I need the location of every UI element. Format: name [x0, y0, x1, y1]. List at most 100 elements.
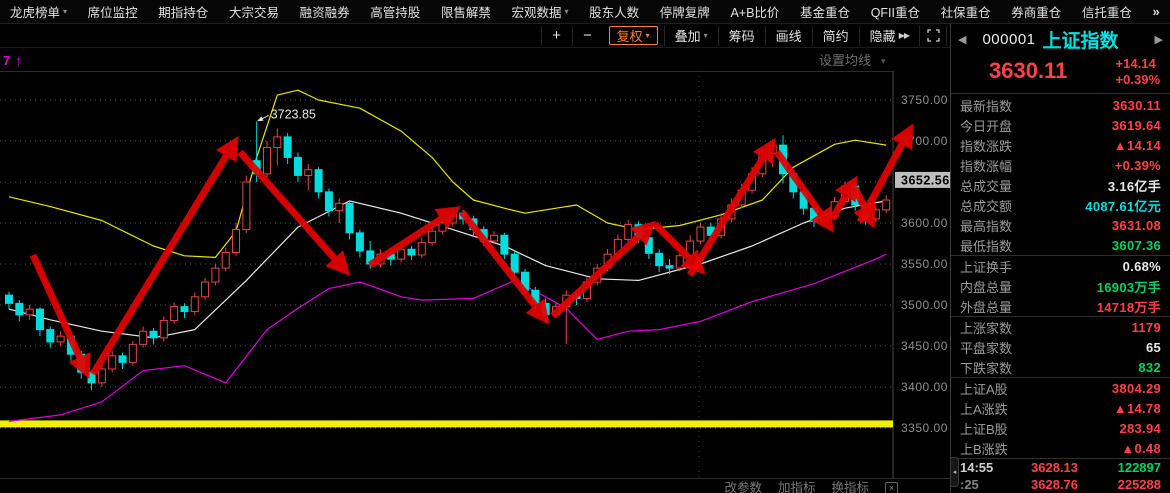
zoom-in-button[interactable]: + — [541, 26, 572, 46]
menu-item-10[interactable]: 停牌复牌 — [660, 2, 710, 21]
indicator-label: 7 — [3, 53, 10, 68]
stat-label: 指数涨幅 — [960, 156, 1012, 175]
menu-item-7[interactable]: 限售解禁 — [441, 2, 491, 21]
candle-body — [501, 235, 508, 254]
fullscreen-button[interactable] — [919, 26, 947, 46]
candle-body — [418, 243, 425, 255]
drawn-horizontal-line[interactable] — [0, 420, 893, 427]
candle-body — [191, 297, 198, 312]
zoom-out-button[interactable]: − — [572, 26, 603, 46]
stat-label: 上A涨跌 — [960, 399, 1008, 418]
menu-item-3[interactable]: 期指持仓 — [158, 2, 208, 21]
prev-stock-icon[interactable]: ◀ — [958, 33, 966, 46]
y-axis-label: 3450.00 — [901, 339, 948, 353]
candle-body — [346, 203, 353, 233]
stat-row: 上证换手0.68% — [951, 256, 1170, 276]
menu-item-8[interactable]: 宏观数据▾ — [512, 2, 569, 21]
trend-arrow[interactable] — [93, 145, 233, 374]
stat-label: 外盘总量 — [960, 297, 1012, 316]
stat-label: 最新指数 — [960, 96, 1012, 115]
menu-item-label: 高管持股 — [370, 2, 420, 21]
candle-body — [47, 330, 54, 342]
menu-overflow-icon[interactable]: » — [1153, 4, 1160, 19]
last-price-marker: 3652.56 — [901, 173, 950, 187]
quote-stats: 最新指数3630.11今日开盘3619.64指数涨跌▲14.14指数涨幅+0.3… — [951, 94, 1170, 493]
stat-row: 总成交量3.16亿手 — [951, 175, 1170, 195]
stat-row: 最低指数3607.36 — [951, 235, 1170, 255]
candle-body — [294, 157, 301, 175]
toolbar-button-label: 画线 — [776, 26, 802, 45]
stat-label: 总成交量 — [960, 176, 1012, 195]
menu-item-5[interactable]: 融资融券 — [300, 2, 350, 21]
stat-label: 最低指数 — [960, 236, 1012, 255]
tick-price: 3628.13 — [1008, 460, 1101, 475]
stat-row: 平盘家数65 — [951, 337, 1170, 357]
stock-name: 上证指数 — [1043, 26, 1155, 53]
kline-chart-area[interactable]: 7↑设置均线▾3750.003700.003650.003600.003550.… — [0, 48, 950, 478]
stat-row: 上涨家数1179 — [951, 317, 1170, 337]
candle-body — [625, 225, 632, 240]
y-axis-label: 3750.00 — [901, 93, 948, 107]
candle-body — [676, 256, 683, 268]
menu-item-16[interactable]: 信托重仓 — [1082, 2, 1132, 21]
toolbar-button-复权[interactable]: 复权▾ — [609, 26, 658, 45]
trend-arrow[interactable] — [690, 147, 770, 275]
candle-body — [36, 309, 43, 330]
stat-value: 14718万手 — [1097, 297, 1161, 316]
menu-item-11[interactable]: A+B比价 — [730, 2, 779, 21]
menu-item-15[interactable]: 券商重仓 — [1011, 2, 1061, 21]
candle-body — [439, 223, 446, 231]
menu-item-14[interactable]: 社保重仓 — [941, 2, 991, 21]
stat-value: 283.94 — [1119, 421, 1161, 436]
toolbar-button-简约[interactable]: 简约 — [812, 26, 859, 46]
stat-value: ▲14.78 — [1114, 401, 1161, 416]
toolbar-button-隐藏[interactable]: 隐藏▶▶ — [859, 26, 919, 46]
bottom-action-换指标[interactable]: 换指标 — [831, 479, 869, 493]
last-price: 3630.11 — [989, 56, 1067, 86]
stat-label: 上证B股 — [960, 419, 1008, 438]
quote-panel: ◀ 000001 上证指数 ▶ 3630.11 +14.14 +0.39% 最新… — [950, 24, 1170, 493]
close-indicator-icon[interactable]: × — [885, 482, 898, 493]
bottom-action-改参数[interactable]: 改参数 — [724, 479, 762, 493]
chevron-down-icon: ▾ — [565, 7, 569, 16]
indicator-bottom-bar: 改参数 加指标 换指标 × — [0, 478, 950, 493]
stat-row: 总成交额4087.61亿元 — [951, 195, 1170, 215]
menu-item-label: 股东人数 — [589, 2, 639, 21]
next-stock-icon[interactable]: ▶ — [1155, 33, 1163, 46]
menu-item-12[interactable]: 基金重仓 — [800, 2, 850, 21]
stat-row: 最高指数3631.08 — [951, 215, 1170, 235]
toolbar-button-画线[interactable]: 画线 — [765, 26, 812, 46]
candle-body — [171, 307, 178, 321]
chart-column: +−复权▾ 叠加▾筹码画线 简约隐藏▶▶ 7↑设置均线▾3750.003700.00… — [0, 24, 950, 493]
candle-body — [16, 303, 23, 314]
stat-value: 832 — [1138, 360, 1161, 375]
kline-chart[interactable]: 7↑设置均线▾3750.003700.003650.003600.003550.… — [0, 48, 950, 478]
chart-toolbar: +−复权▾ 叠加▾筹码画线 简约隐藏▶▶ — [0, 24, 950, 48]
menu-item-label: A+B比价 — [730, 2, 779, 21]
toolbar-button-叠加[interactable]: 叠加▾ — [664, 26, 718, 46]
panel-collapse-handle[interactable]: ◂ — [951, 457, 959, 487]
menu-item-9[interactable]: 股东人数 — [589, 2, 639, 21]
trend-arrow[interactable] — [777, 152, 828, 224]
app-window: 龙虎榜单▾ 席位监控 期指持仓 大宗交易 融资融券 高管持股 限售解禁 宏观数据▾ 股东人数 停牌… — [0, 0, 1170, 493]
candle-body — [315, 170, 322, 192]
menu-item-13[interactable]: QFII重仓 — [871, 2, 920, 21]
menu-item-4[interactable]: 大宗交易 — [229, 2, 279, 21]
quote-price-row: 3630.11 +14.14 +0.39% — [951, 54, 1170, 94]
tick-row: :253628.76225288 — [951, 476, 1170, 493]
toolbar-button-筹码[interactable]: 筹码 — [718, 26, 765, 46]
menu-item-label: 社保重仓 — [941, 2, 991, 21]
tick-volume: 122897 — [1101, 460, 1161, 475]
menu-item-1[interactable]: 龙虎榜单▾ — [10, 2, 67, 21]
trend-arrow[interactable] — [553, 228, 648, 316]
menu-item-2[interactable]: 席位监控 — [88, 2, 138, 21]
menu-item-label: 融资融券 — [300, 2, 350, 21]
bottom-action-加指标[interactable]: 加指标 — [778, 479, 816, 493]
candle-body — [274, 137, 281, 148]
candle-body — [264, 148, 271, 174]
toolbar-button-label: 简约 — [823, 26, 849, 45]
stat-value: 1179 — [1132, 320, 1161, 335]
menu-item-6[interactable]: 高管持股 — [370, 2, 420, 21]
ma-settings-button[interactable]: 设置均线 — [819, 53, 871, 68]
stat-row: 上B涨跌▲0.48 — [951, 438, 1170, 458]
